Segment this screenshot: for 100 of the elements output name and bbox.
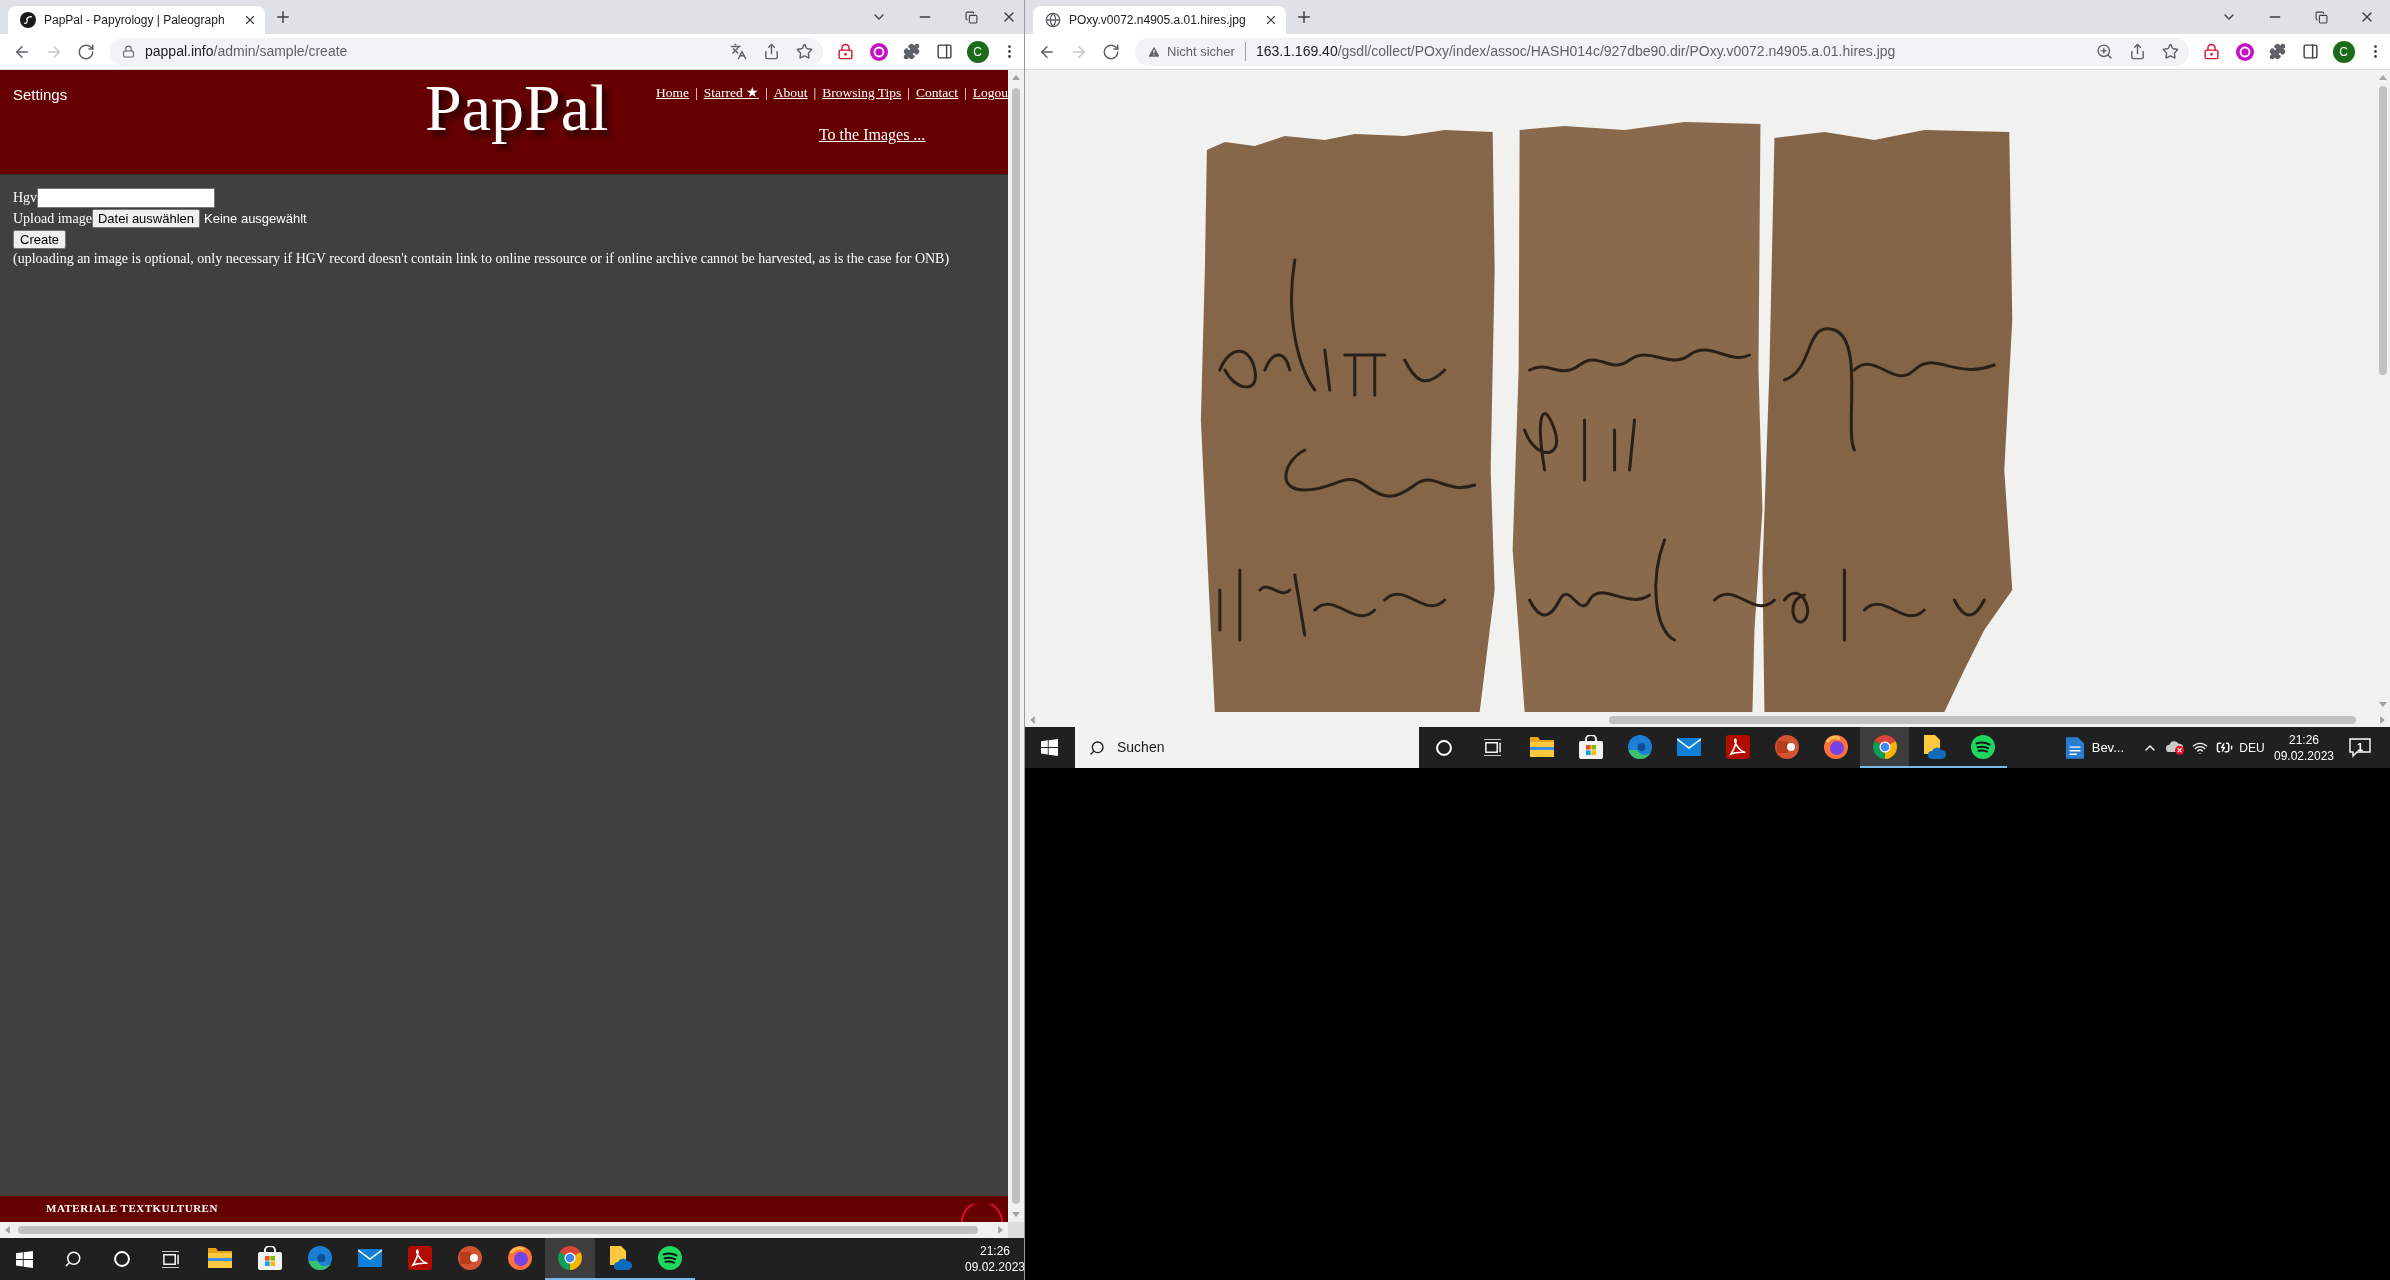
swirl-icon (308, 1246, 332, 1270)
address-bar[interactable]: pappal.info/admin/sample/create (110, 37, 823, 66)
scrollbar-thumb[interactable] (18, 1226, 978, 1234)
taskbar-button[interactable] (1860, 727, 1909, 768)
horizontal-scrollbar[interactable] (0, 1222, 1008, 1238)
nav-link[interactable]: Starred ★ (703, 84, 759, 102)
side-panel-icon[interactable] (936, 43, 953, 60)
language-indicator[interactable]: DEU (2239, 738, 2265, 757)
folder-cloud-icon (608, 1246, 632, 1270)
tricolor-circle-icon (1872, 734, 1897, 759)
horizontal-scrollbar[interactable] (1025, 712, 2390, 727)
restore-icon[interactable] (964, 10, 978, 24)
taskbar-button[interactable] (545, 1238, 595, 1280)
profile-avatar[interactable]: C (966, 40, 989, 63)
nav-link[interactable]: Contact (916, 84, 959, 102)
cloud-error-icon[interactable] (2165, 740, 2185, 755)
scrollbar-thumb[interactable] (1609, 715, 2356, 724)
footer-title: MATERIALE TEXTKULTUREN (46, 1200, 218, 1216)
extension-badge-icon[interactable] (869, 42, 888, 61)
globe-icon (1045, 12, 1061, 28)
slides-icon (458, 1246, 482, 1270)
scrollbar-corner (1008, 1222, 1024, 1238)
pdf-icon (408, 1246, 432, 1270)
document-icon (2065, 736, 2084, 759)
url-text[interactable]: pappal.info/admin/sample/create (145, 41, 348, 62)
star-icon[interactable] (2162, 43, 2179, 60)
clock-date[interactable]: 09.02.2023 (964, 1259, 1026, 1275)
warning-icon (1147, 44, 1161, 59)
favicon-icon (20, 12, 36, 28)
profile-avatar[interactable]: C (2332, 40, 2355, 63)
lock-icon[interactable] (122, 45, 135, 58)
share-icon[interactable] (763, 43, 780, 60)
nav-link[interactable]: Logou (972, 84, 1008, 102)
restore-icon[interactable] (2314, 10, 2328, 24)
browser-tab[interactable]: POxy.v0072.n4905.a.01.hires.jpg (1033, 6, 1286, 34)
nav-link[interactable]: Browsing Tips (822, 84, 902, 102)
star-icon[interactable] (796, 43, 813, 60)
folder-icon (208, 1248, 232, 1268)
url-text[interactable]: 163.1.169.40/gsdl/collect/POxy/index/assoc/HASH014c/927dbe90.dir/POxy.v0072.n4905.a.01.hires.jpg (1255, 41, 1896, 62)
swirl-icon (1627, 734, 1652, 759)
vertical-scrollbar[interactable] (1008, 70, 1024, 1222)
folder-icon (1529, 736, 1554, 757)
nav-separator: | (764, 84, 769, 102)
window-panes-icon[interactable] (15, 1250, 33, 1268)
upload-label: Upload image (13, 210, 92, 228)
envelope-icon (1676, 737, 1701, 756)
padlock-extension-icon[interactable] (2203, 43, 2220, 60)
file-status-text: Keine ausgewählt (204, 209, 307, 228)
clock-time[interactable]: 21:26 (980, 1243, 1010, 1259)
search-icon[interactable] (63, 1250, 82, 1268)
translate-icon[interactable] (730, 43, 747, 60)
task-view-icon[interactable] (161, 1250, 180, 1268)
nav-link[interactable]: Home (655, 84, 689, 102)
create-button[interactable]: Create (13, 230, 67, 249)
scrollbar-thumb[interactable] (1012, 88, 1020, 1204)
settings-link[interactable]: Settings (13, 86, 68, 103)
nav-link[interactable]: About (773, 84, 808, 102)
tricolor-circle-icon (558, 1246, 582, 1270)
sound-waves-circle-icon (1970, 734, 1995, 759)
scrollbar-thumb[interactable] (2378, 86, 2387, 375)
reload-icon[interactable] (1102, 42, 1120, 61)
notification-button[interactable]: 1 (2349, 737, 2371, 758)
hint-text: (uploading an image is optional, only necessary if HGV record doesn't contain link to online ressource or if online archive cannot be harvested, as is the case for ONB) (13, 250, 951, 267)
hgv-label: Hgv (13, 189, 38, 207)
speech-bubble-icon (2349, 737, 2371, 758)
clock-date[interactable]: 09.02.2023 (2273, 747, 2335, 764)
taskbar-window-button[interactable]: Bev... (2055, 727, 2134, 768)
ring-icon[interactable] (113, 1251, 130, 1267)
choose-file-button[interactable]: Datei auswählen (91, 209, 201, 228)
puzzle-icon[interactable] (903, 43, 920, 60)
side-panel-icon[interactable] (2302, 43, 2319, 60)
shopping-bag-icon (1578, 734, 1603, 759)
ring-icon[interactable] (1435, 739, 1452, 756)
search-field[interactable]: Suchen (1075, 727, 1419, 768)
clock-time[interactable]: 21:26 (2289, 731, 2319, 748)
arc-icon (960, 1204, 1004, 1222)
slides-icon (1774, 734, 1799, 759)
folder-cloud-icon (1921, 734, 1946, 759)
nav-separator: | (963, 84, 968, 102)
security-chip[interactable]: Nicht sicher (1147, 41, 1246, 62)
nav-separator: | (693, 84, 699, 102)
nav-separator: | (906, 84, 912, 102)
share-icon[interactable] (2129, 43, 2146, 60)
browser-tab[interactable]: PapPal - Papyrology | Paleograph (8, 6, 265, 34)
envelope-icon (358, 1249, 382, 1267)
zoom-icon[interactable] (2096, 43, 2113, 60)
shopping-bag-icon (258, 1246, 282, 1270)
sound-waves-circle-icon (658, 1246, 682, 1270)
reload-icon[interactable] (77, 42, 95, 61)
extension-badge-icon[interactable] (2235, 42, 2254, 61)
nav-separator: | (812, 84, 818, 102)
images-link[interactable]: To the Images ... (818, 126, 926, 143)
hgv-input[interactable] (37, 187, 216, 208)
address-bar[interactable]: Nicht sicher 163.1.169.40/gsdl/collect/POxy/index/assoc/HASH014c/927dbe90.dir/POxy.v0072.n4905.a.01.hires.jpg (1135, 37, 2189, 66)
fox-globe-icon (508, 1246, 532, 1270)
padlock-extension-icon[interactable] (837, 43, 854, 60)
window-panes-icon[interactable] (1040, 739, 1058, 756)
fox-globe-icon (1823, 734, 1848, 759)
puzzle-icon[interactable] (2269, 43, 2286, 60)
task-view-icon[interactable] (1483, 739, 1502, 756)
